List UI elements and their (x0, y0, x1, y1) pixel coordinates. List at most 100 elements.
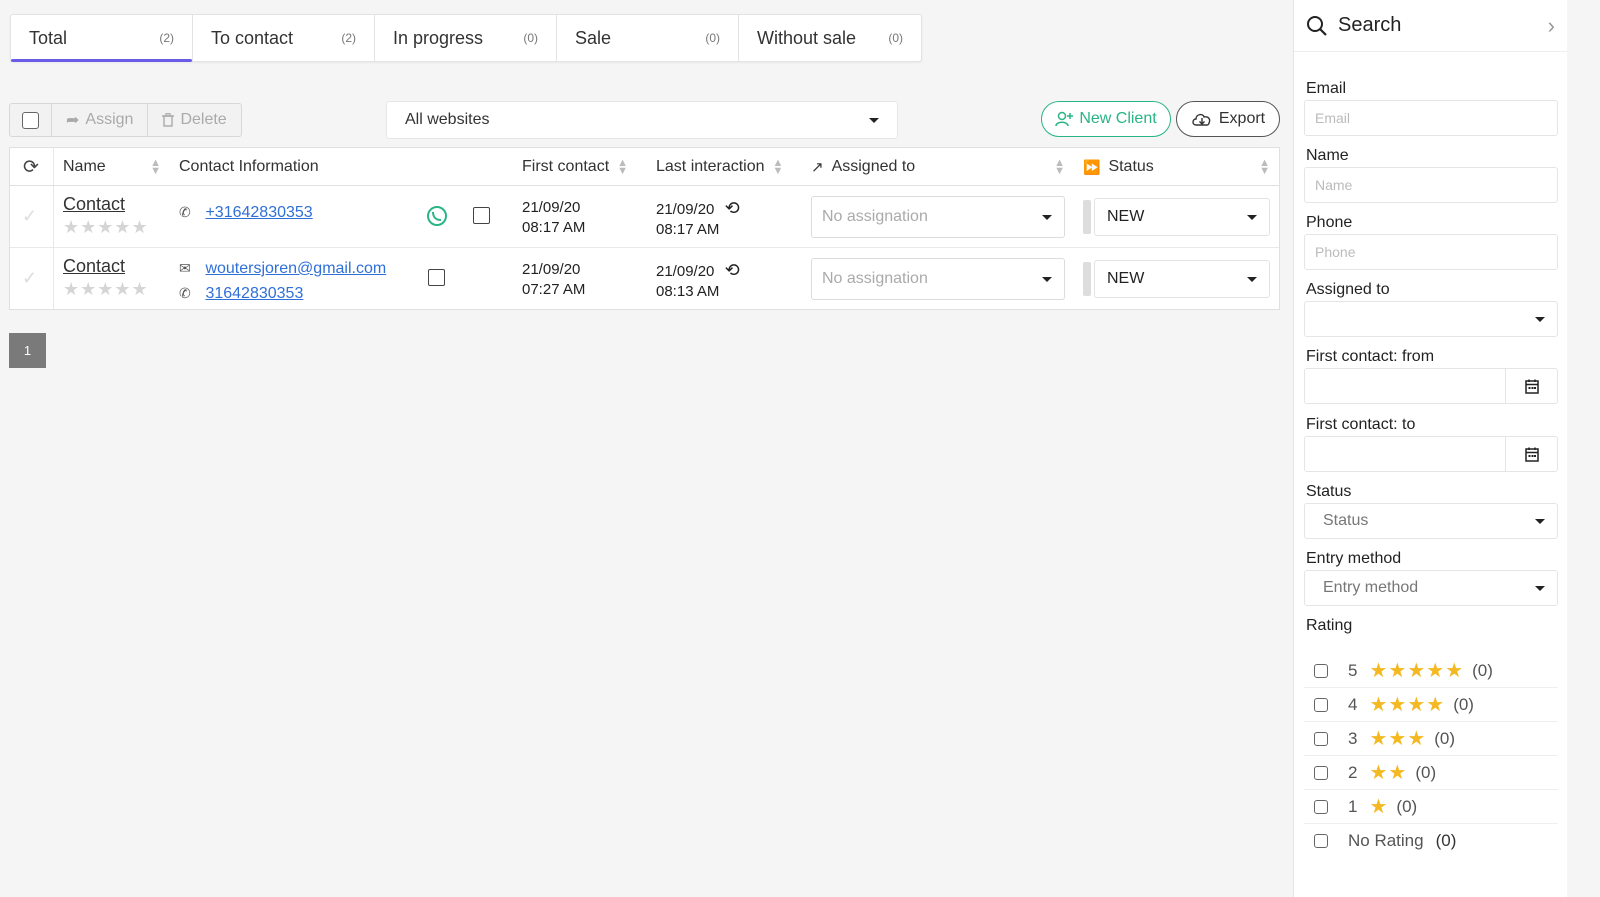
star-icon: ★ (1369, 796, 1389, 818)
select-all-checkbox[interactable] (10, 104, 52, 136)
tab-label: Without sale (757, 27, 857, 48)
phone-link[interactable]: +31642830353 (205, 204, 312, 221)
rating-filter-3[interactable]: 3 ★★★ (0) (1304, 722, 1558, 756)
search-header[interactable]: Search › (1294, 0, 1567, 52)
rating-checkbox[interactable] (1314, 697, 1328, 712)
tab-sale[interactable]: Sale (0) (557, 15, 739, 61)
rating-count: (0) (1396, 796, 1418, 816)
check-icon[interactable]: ✓ (22, 268, 37, 289)
rating-value: 3 (1348, 728, 1358, 748)
phone-link[interactable]: 31642830353 (205, 285, 303, 302)
last-interaction-time: 08:17 AM (656, 221, 720, 238)
chevron-right-icon[interactable]: › (1548, 13, 1555, 39)
first-contact-time: 08:17 AM (522, 219, 586, 236)
date-input[interactable] (1305, 437, 1505, 471)
rating-filter-2[interactable]: 2 ★★ (0) (1304, 756, 1558, 790)
share-icon: ↗ (811, 159, 824, 176)
first-contact-date: 21/09/20 (522, 199, 581, 216)
contact-name-link[interactable]: Contact (63, 194, 125, 214)
status-select[interactable]: Status (1304, 503, 1558, 539)
status-color-bar (1083, 200, 1091, 234)
column-divider (53, 248, 54, 310)
calendar-icon[interactable] (1505, 437, 1557, 471)
rating-filter-4[interactable]: 4 ★★★★ (0) (1304, 688, 1558, 722)
note-icon[interactable] (428, 269, 445, 286)
cloud-download-icon (1192, 113, 1211, 126)
rating-checkbox[interactable] (1314, 799, 1328, 814)
website-select[interactable]: All websites (386, 101, 898, 139)
first-contact-from-field[interactable] (1304, 368, 1558, 404)
header-contact-info: Contact Information (179, 148, 319, 186)
header-status[interactable]: ⏩ Status ▲ ▼ (1083, 148, 1270, 186)
table-header: ⟳ Name ▲ ▼ Contact Information First cont… (10, 148, 1279, 186)
entry-method-value: Entry method (1323, 579, 1419, 596)
header-contact-info-label: Contact Information (179, 158, 319, 175)
email-link[interactable]: woutersjoren@gmail.com (205, 260, 386, 277)
table-row[interactable]: ✓ Contact ★★★★★ ✉ woutersjoren@gmail.com… (10, 248, 1279, 310)
search-panel: Search › Email Email Name Name Phone Pho… (1293, 0, 1567, 897)
page-button[interactable]: 1 (9, 333, 46, 368)
rating-count: (0) (1434, 728, 1456, 748)
tab-total[interactable]: Total (2) (11, 15, 193, 62)
new-client-button[interactable]: New Client (1041, 101, 1171, 137)
chevron-down-icon (1042, 214, 1052, 220)
rating-stars[interactable]: ★★★★★ (63, 217, 149, 238)
rating-value: 2 (1348, 762, 1358, 782)
bulk-actions: ➦ Assign Delete (9, 103, 242, 137)
rating-count: (0) (1453, 694, 1474, 714)
header-last-interaction-label: Last interaction (656, 158, 765, 175)
entry-method-select[interactable]: Entry method (1304, 570, 1558, 606)
new-client-label: New Client (1079, 110, 1157, 127)
history-icon[interactable]: ⟲ (725, 260, 740, 280)
tab-without-sale[interactable]: Without sale (0) (739, 15, 921, 61)
contact-name-link[interactable]: Contact (63, 256, 125, 276)
rating-filter-none[interactable]: No Rating (0) (1304, 824, 1558, 858)
delete-button[interactable]: Delete (148, 104, 240, 136)
rating-checkbox[interactable] (1314, 765, 1328, 780)
header-last-interaction[interactable]: Last interaction ▲ ▼ (656, 148, 783, 186)
refresh-icon[interactable]: ⟳ (23, 148, 39, 186)
header-first-contact[interactable]: First contact ▲ ▼ (522, 148, 628, 186)
contact-email: ✉ woutersjoren@gmail.com (179, 256, 386, 281)
sort-icon: ▲ ▼ (617, 157, 629, 177)
assigned-select[interactable] (1304, 301, 1558, 337)
tab-to-contact[interactable]: To contact (2) (193, 15, 375, 61)
first-contact-to-field[interactable] (1304, 436, 1558, 472)
date-input[interactable] (1305, 369, 1505, 403)
rating-filter-1[interactable]: 1 ★ (0) (1304, 790, 1558, 824)
status-select[interactable]: NEW (1094, 260, 1270, 298)
assign-button[interactable]: ➦ Assign (52, 104, 149, 136)
assignation-value: No assignation (822, 208, 928, 225)
export-button[interactable]: Export (1176, 101, 1280, 137)
email-label: Email (1306, 80, 1347, 97)
whatsapp-icon[interactable] (426, 205, 448, 227)
rating-checkbox[interactable] (1314, 834, 1328, 848)
header-name-label: Name (63, 158, 106, 175)
rating-value: 5 (1348, 660, 1358, 680)
header-assigned-to[interactable]: ↗ Assigned to ▲ ▼ (811, 148, 1065, 186)
search-title: Search (1338, 14, 1402, 36)
calendar-icon[interactable] (1505, 369, 1557, 403)
fast-forward-icon: ⏩ (1083, 158, 1101, 175)
rating-stars[interactable]: ★★★★★ (63, 279, 149, 300)
sort-icon: ▲ ▼ (772, 157, 784, 177)
chevron-down-icon (1535, 316, 1545, 322)
rating-checkbox[interactable] (1314, 663, 1328, 678)
table-row[interactable]: ✓ Contact ★★★★★ ✆ +31642830353 21/09/20 … (10, 186, 1279, 248)
star-icon: ★★★ (1369, 728, 1427, 750)
rating-filter-5[interactable]: 5 ★★★★★ (0) (1304, 654, 1558, 688)
header-name[interactable]: Name ▲ ▼ (63, 148, 161, 186)
website-select-value: All websites (405, 111, 490, 128)
name-field[interactable]: Name (1304, 167, 1558, 203)
tab-in-progress[interactable]: In progress (0) (375, 15, 557, 61)
note-icon[interactable] (473, 207, 490, 224)
phone-field[interactable]: Phone (1304, 234, 1558, 270)
tab-label: To contact (211, 27, 294, 48)
assignation-select[interactable]: No assignation (811, 196, 1065, 238)
assignation-select[interactable]: No assignation (811, 258, 1065, 300)
check-icon[interactable]: ✓ (22, 206, 37, 227)
status-select[interactable]: NEW (1094, 198, 1270, 236)
email-field[interactable]: Email (1304, 100, 1558, 136)
rating-checkbox[interactable] (1314, 731, 1328, 746)
history-icon[interactable]: ⟲ (725, 198, 740, 218)
